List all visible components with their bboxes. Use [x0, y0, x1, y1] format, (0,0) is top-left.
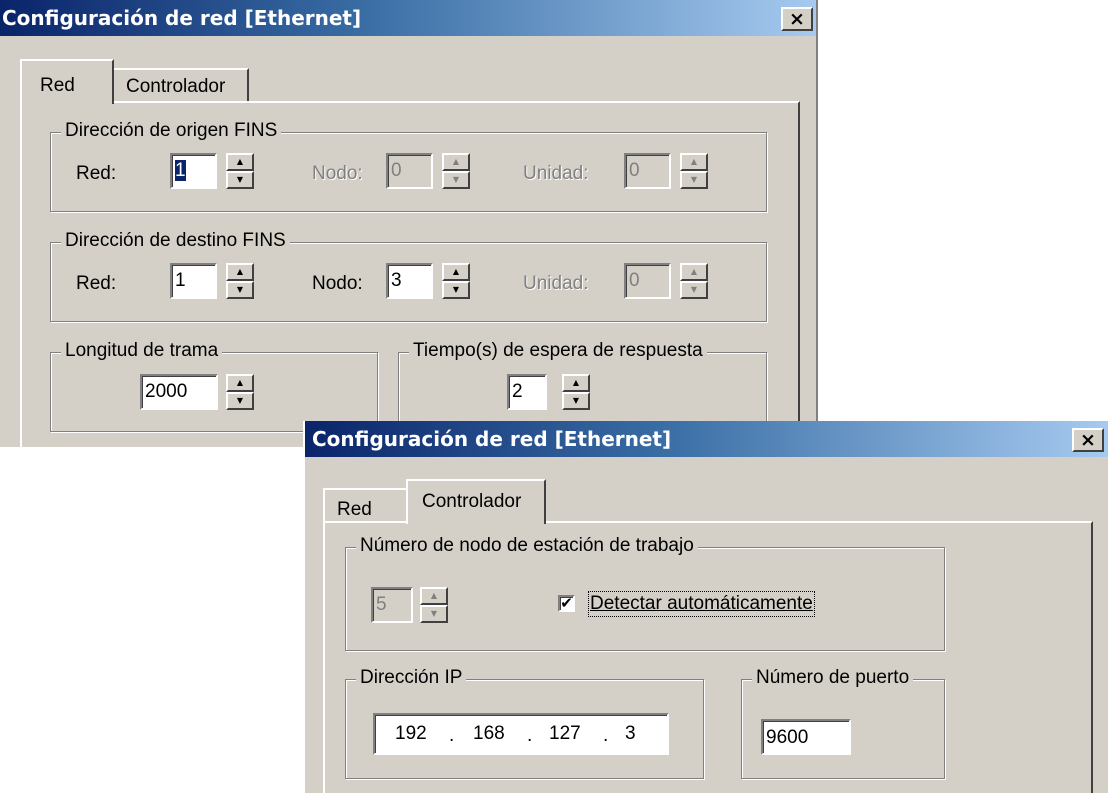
- tab-controlador-label: Controlador: [126, 76, 226, 97]
- spin-down-icon: ▼: [690, 175, 698, 184]
- dest-red-spinner: 1 ▲ ▼: [170, 263, 254, 299]
- ip-octet-1[interactable]: 192: [395, 723, 427, 745]
- dest-fins-legend: Dirección de destino FINS: [61, 230, 290, 252]
- spin-down-icon: ▼: [430, 609, 438, 618]
- ip-address-field[interactable]: 192 . 168 . 127 . 3: [373, 713, 669, 755]
- spin-down-button: ▼: [420, 605, 448, 623]
- ip-dot: .: [449, 725, 455, 746]
- spin-up-button: ▲: [680, 153, 708, 171]
- spin-up-icon: ▲: [236, 378, 244, 387]
- response-timeout-spinner: 2 ▲ ▼: [507, 374, 591, 410]
- dest-red-label: Red:: [76, 273, 117, 294]
- close-button[interactable]: ×: [781, 7, 813, 31]
- spin-up-icon: ▲: [690, 267, 698, 276]
- spin-down-icon: ▼: [452, 285, 460, 294]
- origin-red-label: Red:: [76, 163, 117, 184]
- tab-controlador[interactable]: Controlador: [406, 479, 546, 524]
- spin-down-icon: ▼: [236, 175, 244, 184]
- spin-up-icon: ▲: [452, 267, 460, 276]
- dest-red-field[interactable]: 1: [170, 263, 217, 299]
- window-title: Configuración de red [Ethernet]: [2, 6, 362, 30]
- port-number-field[interactable]: 9600: [761, 719, 851, 755]
- dest-nodo-field[interactable]: 3: [386, 263, 433, 299]
- spin-down-button: ▼: [680, 171, 708, 189]
- spin-down-button[interactable]: ▼: [442, 281, 470, 299]
- port-number-legend: Número de puerto: [752, 667, 914, 689]
- tab-controlador[interactable]: Controlador: [112, 68, 249, 101]
- ip-address-legend: Dirección IP: [356, 667, 467, 689]
- ip-octet-3[interactable]: 127: [549, 723, 581, 745]
- close-icon: ×: [789, 8, 805, 30]
- spin-up-button[interactable]: ▲: [226, 263, 254, 281]
- spin-up-button[interactable]: ▲: [562, 374, 590, 392]
- dest-unidad-field: 0: [624, 263, 671, 299]
- auto-detect-checkbox[interactable]: ✔: [558, 595, 575, 612]
- origin-unidad-label: Unidad:: [523, 163, 589, 184]
- workstation-node-field: 5: [371, 587, 413, 623]
- spin-up-icon: ▲: [690, 157, 698, 166]
- spin-up-icon: ▲: [452, 157, 460, 166]
- ip-dot: .: [527, 725, 533, 746]
- frame-length-field[interactable]: 2000: [140, 374, 218, 410]
- origin-nodo-field: 0: [386, 153, 433, 189]
- spin-down-button[interactable]: ▼: [226, 392, 254, 410]
- origin-unidad-spinner: 0 ▲ ▼: [624, 153, 708, 189]
- close-icon: ×: [1080, 429, 1096, 451]
- dest-unidad-spinner: 0 ▲ ▼: [624, 263, 708, 299]
- spin-down-icon: ▼: [236, 396, 244, 405]
- spin-down-button[interactable]: ▼: [226, 281, 254, 299]
- dest-unidad-label: Unidad:: [523, 273, 589, 294]
- dest-nodo-label: Nodo:: [312, 273, 363, 294]
- spin-up-button[interactable]: ▲: [442, 263, 470, 281]
- workstation-node-spinner: 5 ▲ ▼: [371, 587, 455, 623]
- origin-nodo-label: Nodo:: [312, 163, 363, 184]
- ip-octet-2[interactable]: 168: [473, 723, 505, 745]
- spin-down-button: ▼: [442, 171, 470, 189]
- spin-down-icon: ▼: [236, 285, 244, 294]
- window-title: Configuración de red [Ethernet]: [312, 427, 672, 451]
- title-bar[interactable]: Configuración de red [Ethernet] ×: [305, 421, 1108, 457]
- network-config-window-red: Configuración de red [Ethernet] × Red Co…: [0, 0, 818, 447]
- origin-red-field[interactable]: 1: [170, 153, 217, 189]
- close-button[interactable]: ×: [1072, 428, 1104, 452]
- spin-down-button: ▼: [680, 281, 708, 299]
- tab-red-label: Red: [40, 75, 75, 96]
- spin-up-button: ▲: [442, 153, 470, 171]
- spin-up-button: ▲: [680, 263, 708, 281]
- spin-up-icon: ▲: [572, 378, 580, 387]
- ip-dot: .: [603, 725, 609, 746]
- ip-octet-4[interactable]: 3: [625, 723, 636, 745]
- spin-up-button: ▲: [420, 587, 448, 605]
- origin-fins-legend: Dirección de origen FINS: [61, 120, 282, 142]
- dest-nodo-spinner: 3 ▲ ▼: [386, 263, 470, 299]
- spin-down-icon: ▼: [452, 175, 460, 184]
- title-bar[interactable]: Configuración de red [Ethernet] ×: [0, 0, 816, 36]
- origin-red-value: 1: [175, 160, 186, 181]
- origin-red-spinner: 1 ▲ ▼: [170, 153, 254, 189]
- spin-down-icon: ▼: [572, 396, 580, 405]
- spin-down-button[interactable]: ▼: [226, 171, 254, 189]
- spin-up-icon: ▲: [236, 267, 244, 276]
- checkmark-icon: ✔: [560, 594, 573, 612]
- network-config-window-controlador: Configuración de red [Ethernet] × Red Co…: [303, 421, 1108, 793]
- spin-up-button[interactable]: ▲: [226, 374, 254, 392]
- tab-red[interactable]: Red: [20, 59, 114, 104]
- spin-down-button[interactable]: ▼: [562, 392, 590, 410]
- origin-unidad-field: 0: [624, 153, 671, 189]
- origin-nodo-spinner: 0 ▲ ▼: [386, 153, 470, 189]
- spin-up-icon: ▲: [430, 591, 438, 600]
- spin-down-icon: ▼: [690, 285, 698, 294]
- frame-length-spinner: 2000 ▲ ▼: [140, 374, 254, 410]
- tab-red-label: Red: [337, 499, 372, 520]
- frame-length-legend: Longitud de trama: [61, 340, 223, 362]
- spin-up-icon: ▲: [236, 157, 244, 166]
- response-timeout-field[interactable]: 2: [507, 374, 547, 410]
- tab-red[interactable]: Red: [323, 488, 409, 521]
- response-timeout-legend: Tiempo(s) de espera de respuesta: [409, 340, 707, 362]
- tab-controlador-label: Controlador: [422, 491, 522, 512]
- auto-detect-label[interactable]: Detectar automáticamente: [588, 591, 815, 617]
- spin-up-button[interactable]: ▲: [226, 153, 254, 171]
- workstation-node-legend: Número de nodo de estación de trabajo: [356, 535, 698, 557]
